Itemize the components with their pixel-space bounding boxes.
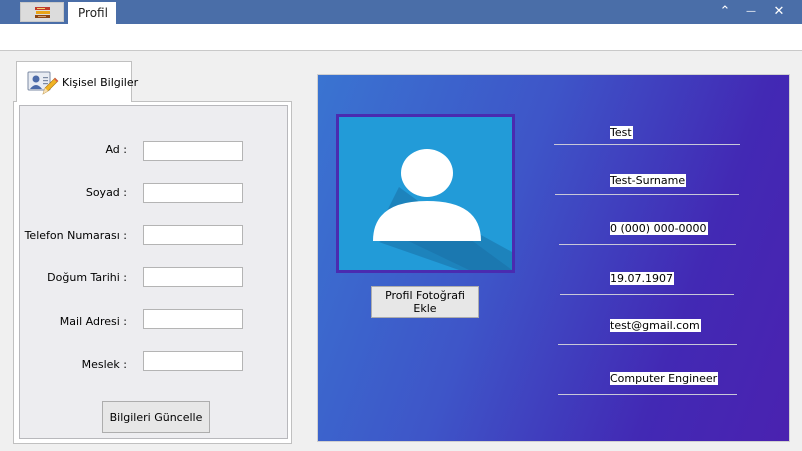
telefon-input[interactable] [143, 225, 243, 245]
mail-label: Mail Adresi : [59, 315, 127, 328]
minimize-button[interactable]: — [742, 4, 760, 20]
tab-kisisel-bilgiler[interactable]: Kişisel Bilgiler [16, 61, 138, 102]
phone-value: 0 (000) 000-0000 [610, 222, 708, 235]
soyad-label: Soyad : [85, 186, 127, 199]
tab-kisisel-label: Kişisel Bilgiler [62, 76, 139, 89]
app-menu-tab[interactable] [20, 2, 64, 22]
title-bar: Profil ⌃ — ✕ [0, 0, 802, 24]
add-photo-button[interactable]: Profil Fotoğrafi Ekle [371, 286, 479, 318]
profession-value: Computer Engineer [610, 372, 719, 385]
mail-input[interactable] [143, 309, 243, 329]
birth-date-underline [560, 294, 734, 295]
birth-date-value: 19.07.1907 [610, 272, 674, 285]
surname-underline [555, 194, 739, 195]
email-underline [558, 344, 737, 345]
name-value: Test [610, 126, 633, 139]
meslek-input[interactable] [143, 351, 243, 371]
close-button[interactable]: ✕ [770, 4, 788, 20]
collapse-button[interactable]: ⌃ [716, 4, 734, 20]
tab-profil-label: Profil [78, 6, 108, 20]
user-edit-icon [27, 71, 59, 95]
toolbar-strip [0, 24, 802, 51]
profile-photo[interactable] [336, 114, 515, 273]
ad-input[interactable] [143, 141, 243, 161]
close-icon: ✕ [773, 4, 785, 19]
user-avatar-icon [373, 149, 512, 270]
dogum-tarihi-input[interactable] [143, 267, 243, 287]
name-underline [554, 144, 740, 145]
email-value: test@gmail.com [610, 319, 701, 332]
profession-underline [558, 394, 737, 395]
ad-label: Ad : [105, 143, 127, 156]
minimize-icon: — [746, 6, 756, 17]
surname-value: Test-Surname [610, 174, 687, 187]
telefon-label: Telefon Numarası : [24, 229, 127, 242]
update-info-button[interactable]: Bilgileri Güncelle [102, 401, 210, 433]
soyad-input[interactable] [143, 183, 243, 203]
books-icon [35, 7, 50, 18]
meslek-label: Meslek : [81, 358, 127, 371]
dogum-tarihi-label: Doğum Tarihi : [47, 271, 127, 284]
tab-profil[interactable]: Profil [68, 2, 116, 24]
phone-underline [559, 244, 736, 245]
chevron-up-icon: ⌃ [719, 4, 731, 19]
